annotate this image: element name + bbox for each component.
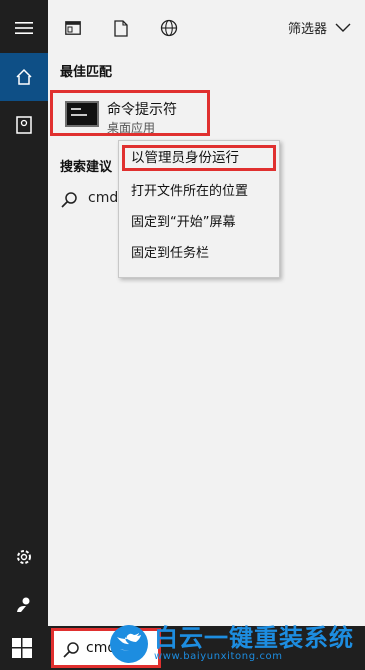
documents-filter-button[interactable]	[110, 17, 132, 39]
search-icon	[63, 642, 79, 658]
document-icon	[114, 19, 128, 37]
best-match-heading: 最佳匹配	[60, 65, 113, 80]
web-filter-button[interactable]	[158, 17, 180, 39]
watermark-url: www.baiyunxitong.com	[154, 651, 283, 662]
feedback-icon	[17, 597, 30, 612]
gear-icon	[17, 550, 31, 564]
start-button[interactable]	[12, 638, 32, 662]
documents-button[interactable]	[0, 101, 48, 149]
documents-icon	[16, 116, 32, 134]
search-suggestions-heading: 搜索建议	[60, 160, 113, 175]
best-match-item[interactable]: 命令提示符 桌面应用	[50, 90, 210, 136]
menu-item-run-as-admin[interactable]: 以管理员身份运行	[122, 145, 276, 171]
watermark-title: 白云一键重装系统	[154, 624, 354, 652]
home-icon	[16, 68, 32, 85]
command-prompt-icon	[65, 101, 99, 127]
filter-label: 筛选器	[287, 22, 327, 37]
bird-logo-icon	[110, 625, 148, 663]
home-button[interactable]	[0, 53, 48, 101]
web-icon	[160, 19, 178, 37]
apps-icon	[65, 21, 81, 35]
menu-item-pin-to-taskbar[interactable]: 固定到任务栏	[125, 241, 209, 267]
watermark: 白云一键重装系统 www.baiyunxitong.com	[110, 618, 365, 670]
filter-bar: 筛选器	[48, 0, 365, 56]
hamburger-icon	[15, 22, 33, 34]
menu-item-pin-to-start[interactable]: 固定到“开始”屏幕	[125, 210, 235, 236]
left-rail	[0, 0, 48, 670]
search-icon	[61, 192, 77, 208]
best-match-subtitle: 桌面应用	[107, 121, 156, 135]
windows-logo-icon	[12, 638, 32, 658]
best-match-title: 命令提示符	[107, 102, 177, 118]
context-menu: 以管理员身份运行 打开文件所在的位置 固定到“开始”屏幕 固定到任务栏	[118, 140, 280, 278]
settings-button[interactable]	[0, 533, 48, 581]
suggestion-text: cmd	[88, 190, 119, 206]
feedback-button[interactable]	[0, 581, 48, 629]
menu-item-open-file-location[interactable]: 打开文件所在的位置	[125, 179, 248, 205]
menu-button[interactable]	[0, 4, 48, 52]
apps-filter-button[interactable]	[62, 17, 84, 39]
filter-dropdown[interactable]: 筛选器	[288, 18, 351, 37]
chevron-down-icon	[335, 23, 351, 32]
